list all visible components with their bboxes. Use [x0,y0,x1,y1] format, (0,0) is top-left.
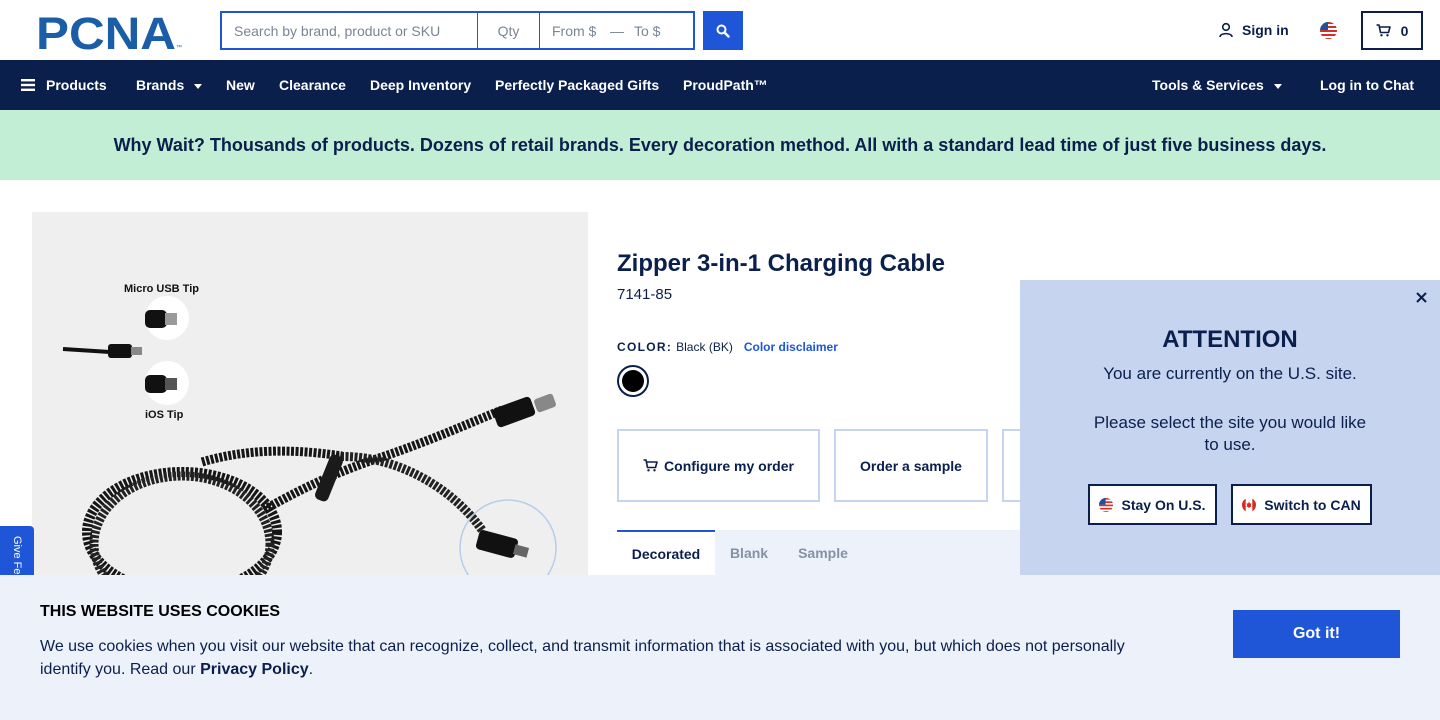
hamburger-icon [21,79,35,91]
price-to-input[interactable] [626,13,692,48]
cart-button[interactable]: 0 [1361,11,1423,50]
color-label: COLOR: [617,340,673,354]
search-button[interactable] [703,11,743,50]
qty-input[interactable] [478,13,540,48]
color-disclaimer-link[interactable]: Color disclaimer [744,340,838,354]
stay-on-us-label: Stay On U.S. [1121,496,1206,513]
product-sku: 7141-85 [617,286,673,303]
nav-proudpath[interactable]: ProudPath™ [683,60,768,110]
svg-text:™: ™ [176,44,182,50]
price-from-input[interactable] [540,13,608,48]
attention-message-current-site: You are currently on the U.S. site. [1103,364,1357,383]
stay-on-us-button[interactable]: Stay On U.S. [1088,484,1217,525]
order-sample-button[interactable]: Order a sample [834,429,988,502]
switch-to-can-label: Switch to CAN [1264,496,1361,513]
user-icon [1219,22,1233,38]
nav-products-label: Products [46,77,107,93]
nav-tools-services[interactable]: Tools & Services [1152,60,1282,110]
close-icon[interactable] [1412,288,1430,306]
search-form: — [220,11,695,50]
swatch-fill [622,370,644,392]
nav-login-chat[interactable]: Log in to Chat [1320,60,1414,110]
main-nav: Products Brands New Clearance Deep Inven… [0,60,1440,110]
price-range-dash: — [610,22,624,39]
product-image[interactable]: Micro USB Tip iOS Tip [32,212,588,592]
search-input[interactable] [222,13,478,48]
nav-clearance[interactable]: Clearance [279,60,346,110]
cookie-accept-button[interactable]: Got it! [1233,610,1400,658]
nav-deep-inventory[interactable]: Deep Inventory [370,60,471,110]
us-flag-icon[interactable] [1320,22,1337,39]
nav-perfectly-packaged-gifts[interactable]: Perfectly Packaged Gifts [495,60,659,110]
nav-brands-label: Brands [136,77,185,93]
nav-products[interactable]: Products [21,60,107,110]
nav-new[interactable]: New [226,60,255,110]
magnifier-icon [716,24,730,38]
sign-in-link[interactable]: Sign in [1218,22,1289,38]
nav-brands[interactable]: Brands [136,60,203,110]
cookie-text: We use cookies when you visit our websit… [40,635,1150,681]
cookie-period: . [308,661,314,678]
top-bar: PCNA ™ — Sign in [0,0,1440,60]
cookie-title: THIS WEBSITE USES COOKIES [40,603,281,620]
attention-title: ATTENTION [1162,326,1298,353]
configure-order-button[interactable]: Configure my order [617,429,820,502]
color-value: Black (BK) [676,340,733,354]
charging-cable-illustration: Micro USB Tip iOS Tip [62,283,557,592]
logo-text: PCNA [36,12,176,50]
tab-blank[interactable]: Blank [715,530,783,575]
switch-to-can-button[interactable]: Switch to CAN [1231,484,1372,525]
promo-banner: Why Wait? Thousands of products. Dozens … [0,110,1440,180]
configure-order-label: Configure my order [664,457,794,474]
sign-in-label: Sign in [1242,22,1289,38]
chevron-down-icon [194,83,203,89]
color-swatch-black[interactable] [617,365,649,397]
region-attention-modal: ATTENTION You are currently on the U.S. … [1020,280,1440,575]
cart-icon [1376,24,1391,37]
cookie-banner: THIS WEBSITE USES COOKIES We use cookies… [0,575,1440,720]
micro-usb-tip-label: Micro USB Tip [124,283,199,295]
product-title: Zipper 3-in-1 Charging Cable [617,250,946,277]
attention-message-select-site: Please select the site you would like to… [1093,413,1367,454]
pcna-logo[interactable]: PCNA ™ [36,12,184,50]
cart-icon [643,459,658,472]
cart-count: 0 [1400,22,1409,39]
canada-flag-icon [1242,497,1257,512]
tab-decorated[interactable]: Decorated [617,530,715,575]
chevron-down-icon [1273,83,1282,89]
color-row: COLOR: Black (BK) Color disclaimer [617,340,838,354]
tab-sample[interactable]: Sample [783,530,863,575]
privacy-policy-link[interactable]: Privacy Policy [200,661,309,678]
nav-tools-label: Tools & Services [1152,77,1264,93]
ios-tip-label: iOS Tip [145,409,184,421]
us-flag-icon [1099,497,1114,512]
